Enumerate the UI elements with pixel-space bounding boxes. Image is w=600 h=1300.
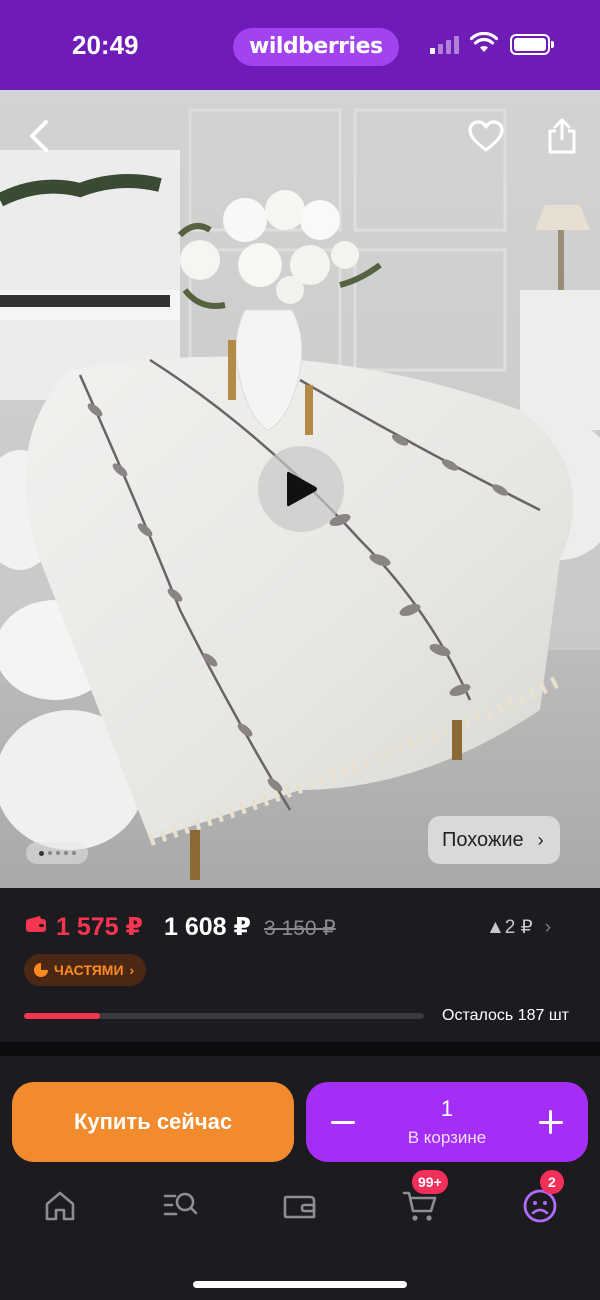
back-button[interactable] [16,112,64,160]
product-image-gallery[interactable]: Похожие › [0,90,600,888]
price-card: 1 575 ₽ 1 608 ₽ 3 150 ₽ ▲2 ₽ › ЧАСТЯМИ › … [0,888,600,1042]
old-price: 3 150 ₽ [264,917,336,940]
pagination-dot [63,851,68,855]
tab-bar: 99+ 2 [0,1170,600,1244]
tab-wallet[interactable] [278,1184,322,1228]
cart-quantity-control: 1 В корзине [306,1082,588,1162]
heart-icon [468,120,504,152]
share-button[interactable] [538,112,586,160]
price-change: ▲2 ₽ [486,917,533,938]
wallet-icon [26,916,46,932]
stock-progress-bar [24,1013,424,1019]
cellular-signal-icon [430,36,464,54]
chevron-left-icon [30,120,48,152]
play-icon [287,471,317,507]
pagination-dot [55,851,60,855]
wallet-icon [283,1195,316,1219]
similar-label: Похожие [442,829,524,851]
pagination-dot [38,850,44,856]
stock-progress-fill [24,1013,100,1019]
current-price: 1 608 ₽ [164,913,251,941]
tab-home[interactable] [38,1184,82,1228]
pagination-dot [71,851,76,855]
price-history-button[interactable]: ▲2 ₽ › [486,916,551,939]
stock-remaining: Осталось 187 шт [442,1007,569,1024]
tab-catalog[interactable] [158,1184,202,1228]
home-indicator [193,1281,407,1288]
catalog-search-icon [163,1192,198,1216]
divider [0,1042,600,1056]
chevron-right-icon: › [129,962,135,978]
home-icon [45,1191,75,1221]
pie-chart-icon [34,963,48,977]
gallery-pagination [26,842,88,864]
favorite-button[interactable] [462,112,510,160]
profile-badge: 2 [540,1170,564,1194]
play-video-button[interactable] [258,446,344,532]
buy-now-button[interactable]: Купить сейчас [12,1082,294,1162]
chevron-right-icon: › [537,830,544,850]
battery-icon [510,34,554,55]
installments-button[interactable]: ЧАСТЯМИ › [24,954,147,986]
share-icon [548,118,576,154]
bottom-panel: Купить сейчас 1 В корзине 99+ 2 [0,1056,600,1300]
brand-logo: wildberries [233,28,399,66]
cart-icon [402,1191,437,1221]
pagination-dot [47,851,52,855]
increase-quantity-button[interactable] [534,1102,568,1142]
wifi-icon [470,32,498,52]
cart-badge: 99+ [412,1170,448,1194]
product-page: 20:49 wildberries Похожие › 1 575 ₽ 1 60… [0,0,600,1300]
wallet-price: 1 575 ₽ [56,913,143,941]
status-time: 20:49 [72,30,139,60]
status-bar: 20:49 wildberries [0,0,600,90]
installments-label: ЧАСТЯМИ [54,962,124,978]
chevron-right-icon: › [544,917,552,938]
similar-products-button[interactable]: Похожие › [428,816,560,864]
